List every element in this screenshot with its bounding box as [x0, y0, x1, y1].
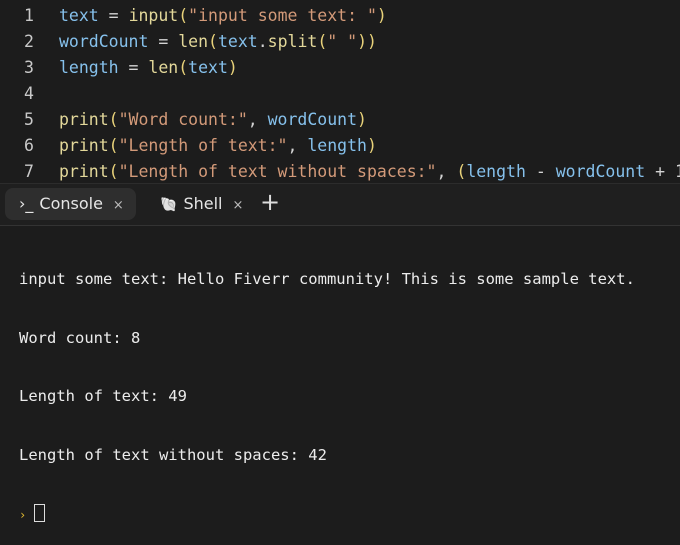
- code-token: ): [366, 136, 377, 155]
- console-line: Word count: 8: [19, 328, 141, 347]
- close-tab-icon[interactable]: ×: [113, 198, 124, 213]
- code-token: "Word count:": [118, 110, 248, 129]
- tab-console[interactable]: ›_ Console ×: [5, 188, 136, 220]
- code-token: " ": [327, 32, 358, 51]
- code-token: (: [208, 32, 218, 51]
- code-token: text: [217, 32, 258, 51]
- code-token: split: [267, 32, 318, 51]
- code-token: len: [148, 58, 179, 77]
- code-token: length: [59, 58, 119, 77]
- code-token: "Length of text without spaces:": [118, 162, 437, 181]
- code-token: + 1: [655, 162, 680, 181]
- code-token: length: [307, 136, 367, 155]
- code-token: print: [59, 136, 109, 155]
- tab-shell[interactable]: 🐚 Shell ×: [152, 188, 251, 220]
- console-line: Length of text: 49: [19, 387, 187, 405]
- add-tab-button[interactable]: +: [260, 186, 280, 218]
- code-token: .: [257, 32, 268, 51]
- shell-icon: 🐚: [160, 197, 178, 213]
- code-token: (: [178, 58, 189, 77]
- console-prompt[interactable]: ›: [19, 504, 635, 526]
- code-token: ,: [247, 110, 268, 129]
- code-token: =: [98, 6, 129, 25]
- code-token: wordCount: [59, 32, 149, 51]
- code-token: ): [376, 6, 387, 25]
- code-token: print: [59, 162, 109, 181]
- line-number: 1: [24, 6, 34, 25]
- code-token: ,: [287, 136, 308, 155]
- tab-label: Shell: [183, 194, 223, 213]
- code-token: len: [178, 32, 209, 51]
- code-text: wordCount = len(text.split(" ")): [59, 29, 377, 55]
- code-token: =: [148, 32, 179, 51]
- tab-label: Console: [39, 194, 103, 213]
- code-editor[interactable]: 1 text = input("input some text: ") 2 wordC…: [0, 0, 680, 183]
- console-output[interactable]: input some text: Hello Fiverr community!…: [19, 231, 635, 545]
- code-token: ,: [436, 162, 457, 181]
- code-token: "Length of text:": [118, 136, 288, 155]
- code-token: wordCount: [555, 162, 646, 181]
- code-token: (: [456, 162, 467, 181]
- terminal-icon: ›_: [19, 194, 34, 213]
- code-token: length: [466, 162, 526, 181]
- code-text: print("Length of text without spaces:", …: [59, 159, 680, 185]
- code-token: (: [108, 136, 119, 155]
- line-number: 6: [24, 136, 34, 155]
- code-token: (: [108, 162, 119, 181]
- console-line: input some text: Hello Fiverr community!…: [19, 270, 635, 288]
- code-token: (: [178, 6, 189, 25]
- prompt-icon: ›: [19, 508, 27, 522]
- code-token: ): [357, 110, 367, 129]
- line-number: 7: [24, 162, 34, 181]
- code-text: text = input("input some text: "): [59, 3, 387, 29]
- line-number: 2: [24, 32, 34, 51]
- code-token: wordCount: [267, 110, 358, 129]
- line-number: 5: [24, 110, 34, 129]
- close-tab-icon[interactable]: ×: [232, 198, 243, 213]
- code-token: input: [128, 6, 179, 25]
- code-token: (: [108, 110, 119, 129]
- code-token: -: [525, 162, 556, 181]
- code-token: text: [188, 58, 228, 77]
- code-token: "input some text: ": [188, 6, 377, 25]
- code-token: ): [227, 58, 238, 77]
- console-line: Length of text without spaces: 42: [19, 445, 327, 464]
- code-text: print("Word count:", wordCount): [59, 107, 367, 133]
- line-number: 3: [24, 58, 34, 77]
- code-text: print("Length of text:", length): [59, 133, 377, 159]
- line-number: 4: [24, 84, 34, 103]
- code-text: length = len(text): [59, 55, 238, 81]
- code-token: text: [59, 6, 99, 25]
- text-cursor: [34, 504, 46, 522]
- code-token: )): [357, 32, 377, 51]
- code-token: (: [317, 32, 328, 51]
- code-token: print: [59, 110, 109, 129]
- code-token: =: [118, 58, 149, 77]
- console-tab-bar: ›_ Console × 🐚 Shell ×: [0, 183, 680, 226]
